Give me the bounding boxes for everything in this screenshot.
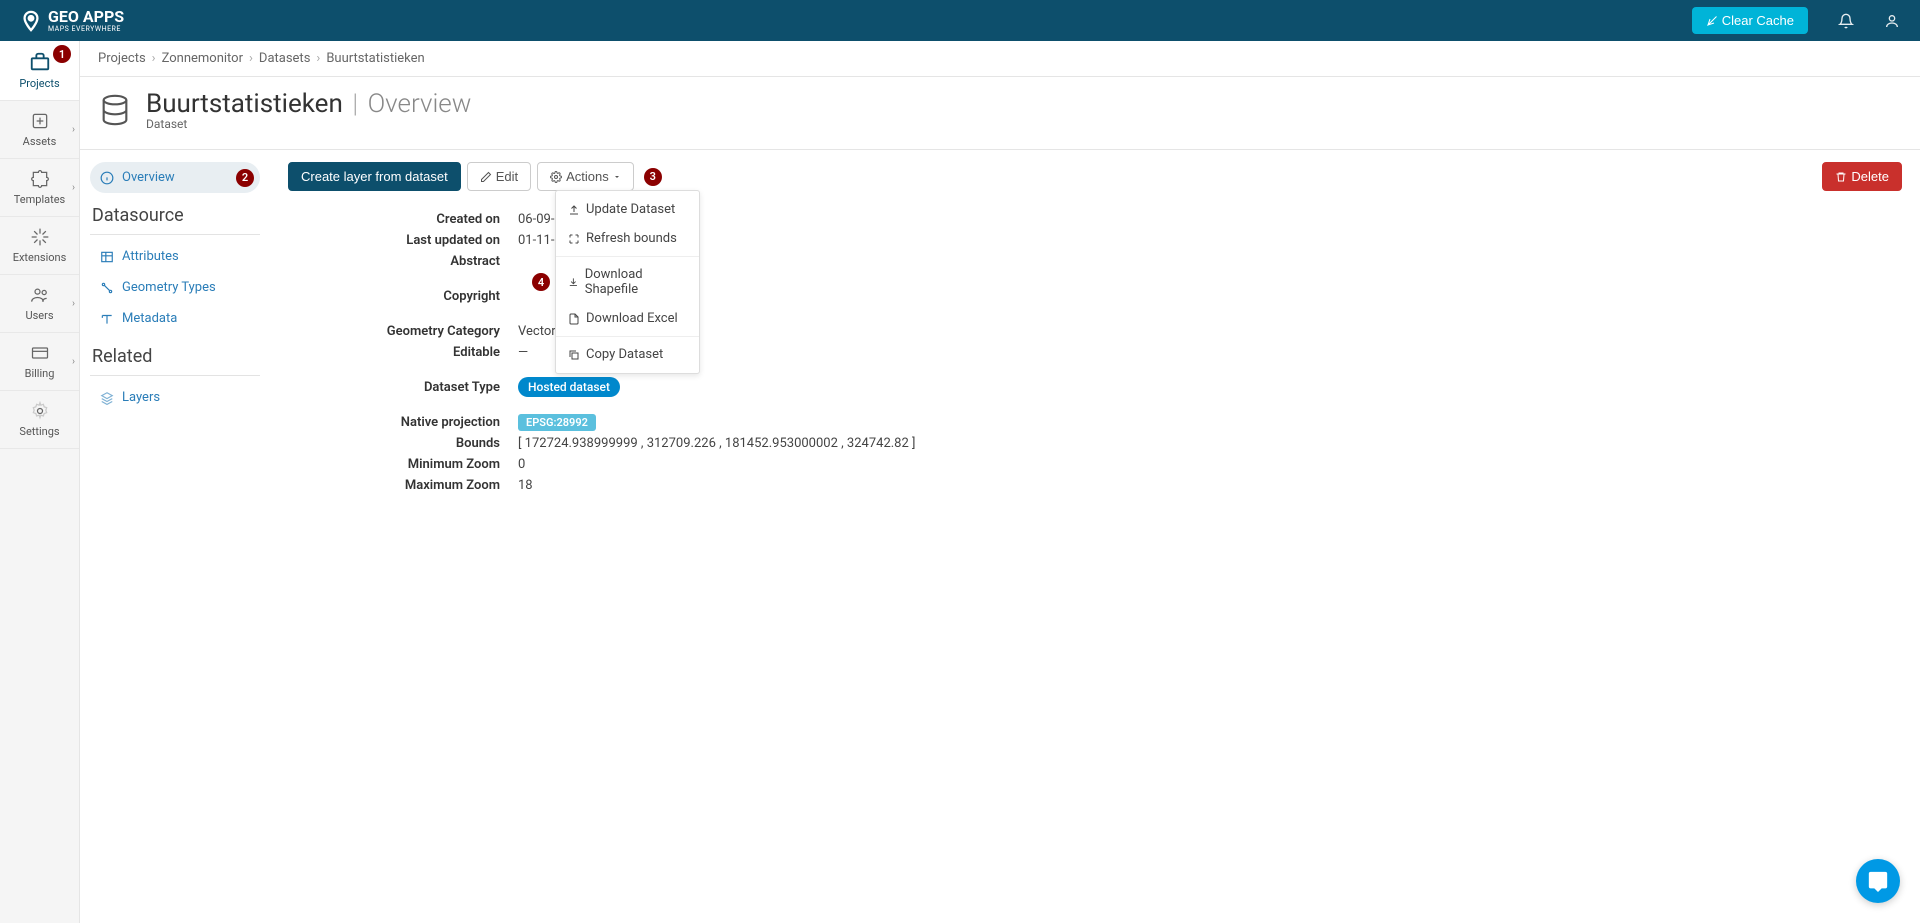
prop-bounds-label: Bounds (288, 436, 518, 451)
prop-native-projection-label: Native projection (288, 415, 518, 430)
prop-abstract-label: Abstract (288, 254, 518, 269)
actions-menu: Update Dataset Refresh bounds 4 Download… (555, 190, 700, 374)
prop-max-zoom-label: Maximum Zoom (288, 478, 518, 493)
chevron-right-icon: › (72, 182, 75, 193)
prop-editable-value: — (518, 345, 528, 360)
nav-projects[interactable]: Projects 1 (0, 41, 79, 101)
maximize-icon (568, 233, 580, 245)
upload-icon (568, 204, 580, 216)
prop-max-zoom-value: 18 (518, 478, 533, 493)
pencil-icon (480, 171, 492, 183)
content-area: Projects › Zonnemonitor › Datasets › Buu… (80, 41, 1920, 923)
brand-tagline: MAPS EVERYWHERE (48, 25, 124, 33)
breadcrumb-project[interactable]: Zonnemonitor (162, 51, 243, 66)
toolbar: Create layer from dataset Edit Actions 3 (288, 162, 1902, 191)
page-tab-name: Overview (368, 89, 472, 119)
prop-min-zoom-value: 0 (518, 457, 525, 472)
properties-list: Created on06-09-20… Last updated on01-11… (288, 209, 1902, 496)
left-nav: Projects 1 Assets › Templates › Extensio… (0, 41, 80, 923)
nav-users[interactable]: Users › (0, 275, 79, 333)
actions-dropdown-button[interactable]: Actions (537, 162, 634, 191)
users-icon (30, 285, 50, 305)
text-icon (100, 312, 114, 326)
top-bar: GEO APPS MAPS EVERYWHERE Clear Cache (0, 0, 1920, 41)
main-panel: Create layer from dataset Edit Actions 3 (270, 150, 1920, 923)
subnav-overview[interactable]: Overview 2 (90, 162, 260, 193)
create-layer-button[interactable]: Create layer from dataset (288, 162, 461, 191)
trash-icon (1835, 171, 1847, 183)
prop-last-updated-label: Last updated on (288, 233, 518, 248)
prop-dataset-type-label: Dataset Type (288, 380, 518, 395)
nav-billing[interactable]: Billing › (0, 333, 79, 391)
subnav-attributes[interactable]: Attributes (90, 241, 260, 272)
breadcrumb-projects[interactable]: Projects (98, 51, 146, 66)
database-icon (98, 93, 132, 127)
tutorial-badge-2: 2 (236, 169, 254, 187)
tutorial-badge-1: 1 (53, 45, 71, 63)
breadcrumb-datasets[interactable]: Datasets (259, 51, 311, 66)
file-icon (568, 313, 580, 325)
action-download-excel[interactable]: Download Excel (556, 304, 699, 333)
prop-dataset-type-badge: Hosted dataset (518, 377, 620, 397)
notifications-icon[interactable] (1838, 13, 1854, 29)
chat-icon (1867, 870, 1889, 892)
subnav-layers[interactable]: Layers (90, 382, 260, 413)
clear-cache-button[interactable]: Clear Cache (1692, 7, 1808, 34)
clean-icon (1706, 15, 1718, 27)
download-icon (568, 276, 579, 288)
subnav-geometry-types[interactable]: Geometry Types (90, 272, 260, 303)
subnav-heading-datasource: Datasource (90, 197, 260, 230)
prop-created-on-label: Created on (288, 212, 518, 227)
brand-name: GEO APPS (48, 9, 124, 25)
action-copy-dataset[interactable]: Copy Dataset (556, 340, 699, 369)
gear-icon (30, 401, 50, 421)
prop-geometry-category-value: Vector (518, 324, 556, 339)
action-download-shapefile[interactable]: 4 Download Shapefile (556, 260, 699, 304)
geometry-icon (100, 281, 114, 295)
prop-copyright-label: Copyright (288, 289, 518, 304)
chevron-right-icon: › (72, 298, 75, 309)
breadcrumb: Projects › Zonnemonitor › Datasets › Buu… (80, 41, 1920, 77)
copy-icon (568, 349, 580, 361)
action-update-dataset[interactable]: Update Dataset (556, 195, 699, 224)
logo-pin-icon (20, 10, 42, 32)
page-header: Buurtstatistieken | Overview Dataset (80, 77, 1920, 150)
prop-bounds-value: [ 172724.938999999 , 312709.226 , 181452… (518, 436, 915, 451)
caret-down-icon (613, 173, 621, 181)
user-icon[interactable] (1884, 13, 1900, 29)
edit-button[interactable]: Edit (467, 162, 531, 191)
delete-button[interactable]: Delete (1822, 162, 1902, 191)
briefcase-icon (29, 51, 51, 73)
sub-nav: Overview 2 Datasource Attributes Geometr… (80, 150, 270, 923)
breadcrumb-current: Buurtstatistieken (326, 51, 424, 66)
nav-extensions[interactable]: Extensions (0, 217, 79, 275)
chevron-right-icon: › (72, 124, 75, 135)
action-refresh-bounds[interactable]: Refresh bounds (556, 224, 699, 253)
nav-settings[interactable]: Settings (0, 391, 79, 449)
table-icon (100, 250, 114, 264)
subnav-heading-related: Related (90, 338, 260, 371)
info-icon (100, 171, 114, 185)
tutorial-badge-3: 3 (644, 168, 662, 186)
sparkle-icon (30, 227, 50, 247)
brand-logo[interactable]: GEO APPS MAPS EVERYWHERE (20, 9, 124, 33)
plus-square-icon (30, 111, 50, 131)
tutorial-badge-4: 4 (532, 273, 550, 291)
prop-native-projection-badge: EPSG:28992 (518, 414, 596, 431)
card-icon (30, 343, 50, 363)
nav-assets[interactable]: Assets › (0, 101, 79, 159)
prop-editable-label: Editable (288, 345, 518, 360)
prop-geometry-category-label: Geometry Category (288, 324, 518, 339)
page-subtitle: Dataset (146, 117, 471, 131)
gear-icon (550, 171, 562, 183)
prop-min-zoom-label: Minimum Zoom (288, 457, 518, 472)
nav-templates[interactable]: Templates › (0, 159, 79, 217)
page-title: Buurtstatistieken (146, 89, 343, 119)
puzzle-icon (30, 169, 50, 189)
layers-icon (100, 391, 114, 405)
chevron-right-icon: › (72, 356, 75, 367)
chat-fab[interactable] (1856, 859, 1900, 903)
subnav-metadata[interactable]: Metadata (90, 303, 260, 334)
